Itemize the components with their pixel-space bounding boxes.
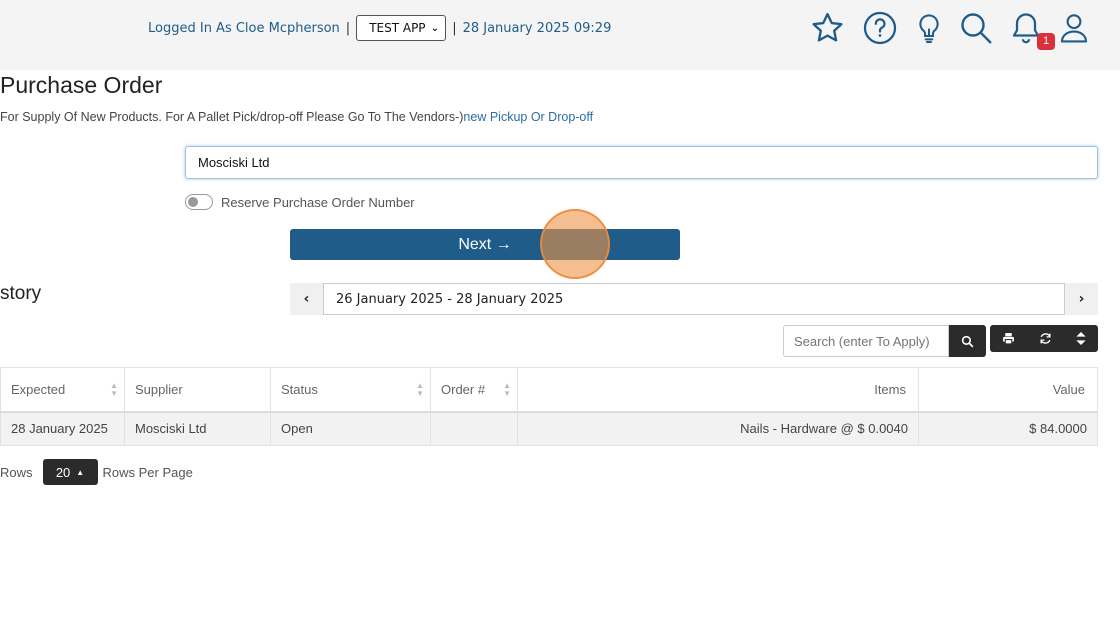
reserve-po-toggle[interactable]: [185, 194, 213, 210]
table-tools: [990, 325, 1098, 352]
datetime-text: 28 January 2025 09:29: [462, 20, 612, 36]
col-status[interactable]: Status ▲ ▼: [270, 367, 431, 413]
col-expected[interactable]: Expected ▲ ▼: [0, 367, 125, 413]
pager: Rows 20 ▲ Rows Per Page: [0, 459, 193, 485]
cell-order-number: [430, 411, 518, 446]
lightbulb-icon[interactable]: [913, 10, 945, 46]
star-icon[interactable]: [810, 10, 845, 46]
logged-in-text: Logged In As Cloe Mcpherson: [148, 20, 340, 36]
toggle-knob: [188, 197, 198, 207]
click-indicator: [540, 209, 610, 279]
pickup-dropoff-link[interactable]: new Pickup Or Drop-off: [463, 110, 593, 124]
sort-icon: ▲ ▼: [416, 381, 424, 398]
app-select-value: TEST APP: [369, 21, 426, 35]
page-size-select[interactable]: 20 ▲: [42, 459, 98, 485]
app-select[interactable]: TEST APP ⌄: [356, 15, 447, 41]
search-icon[interactable]: [958, 10, 994, 46]
next-date-button[interactable]: ›: [1065, 283, 1098, 315]
col-items[interactable]: Items: [517, 367, 919, 413]
chevron-right-icon: ›: [1078, 291, 1085, 307]
cell-status: Open: [270, 411, 431, 446]
table-header-row: Expected ▲ ▼ Supplier Status ▲ ▼ Order # ▲ ▼ I…: [0, 367, 1098, 413]
prev-date-button[interactable]: ‹: [290, 283, 323, 315]
print-icon[interactable]: [1002, 332, 1015, 345]
sort-icon: ▲ ▼: [110, 381, 118, 398]
login-info: Logged In As Cloe Mcpherson | TEST APP ⌄…: [148, 15, 611, 41]
caret-up-icon: ▲: [76, 467, 85, 477]
notification-badge: 1: [1037, 33, 1055, 50]
supplier-input[interactable]: [185, 146, 1098, 179]
separator: |: [452, 20, 457, 36]
top-bar: Logged In As Cloe Mcpherson | TEST APP ⌄…: [0, 0, 1120, 70]
history-title: story: [0, 283, 42, 304]
sort-icon: ▲ ▼: [503, 381, 511, 398]
col-value[interactable]: Value: [918, 367, 1098, 413]
sort-toggle-icon[interactable]: [1076, 332, 1086, 345]
date-range-nav: ‹ 26 January 2025 - 28 January 2025 ›: [290, 283, 1098, 315]
cell-expected: 28 January 2025: [0, 411, 125, 446]
table-search: [783, 325, 986, 357]
refresh-icon[interactable]: [1039, 332, 1052, 345]
next-button[interactable]: Next →: [290, 229, 680, 260]
col-supplier[interactable]: Supplier: [124, 367, 271, 413]
table-row[interactable]: 28 January 2025 Mosciski Ltd Open Nails …: [0, 411, 1098, 446]
chevron-down-icon: ⌄: [430, 22, 440, 34]
cell-supplier: Mosciski Ltd: [124, 411, 271, 446]
subtitle-text: For Supply Of New Products. For A Pallet…: [0, 110, 464, 124]
col-order-number[interactable]: Order # ▲ ▼: [430, 367, 518, 413]
page-title: Purchase Order: [0, 72, 163, 98]
cell-items: Nails - Hardware @ $ 0.0040: [517, 411, 919, 446]
date-range-field[interactable]: 26 January 2025 - 28 January 2025: [323, 283, 1065, 315]
user-icon[interactable]: [1057, 10, 1091, 46]
rows-per-page-label: Rows Per Page: [102, 464, 193, 480]
search-icon: [961, 335, 974, 347]
table-search-input[interactable]: [783, 325, 949, 357]
reserve-po-label: Reserve Purchase Order Number: [221, 194, 415, 210]
help-icon[interactable]: [862, 10, 898, 46]
cell-value: $ 84.0000: [918, 411, 1098, 446]
rows-label: Rows: [0, 464, 33, 480]
page-size-value: 20: [55, 464, 71, 480]
chevron-left-icon: ‹: [303, 291, 310, 307]
orders-table: Expected ▲ ▼ Supplier Status ▲ ▼ Order # ▲ ▼ I…: [0, 367, 1098, 446]
separator: |: [345, 20, 351, 36]
page-subtitle: For Supply Of New Products. For A Pallet…: [0, 110, 593, 124]
reserve-po-row: Reserve Purchase Order Number: [185, 194, 415, 210]
table-search-button[interactable]: [949, 325, 986, 357]
